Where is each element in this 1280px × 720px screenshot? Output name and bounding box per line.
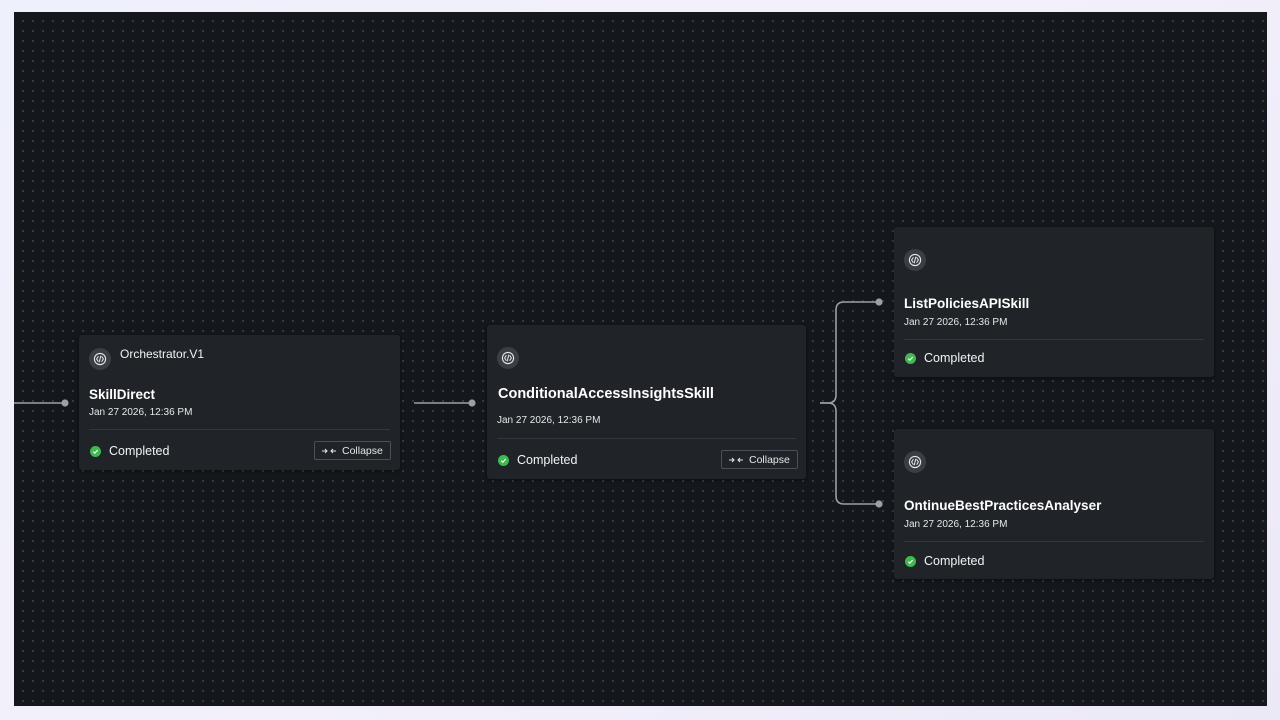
- node-status: Completed: [498, 453, 577, 467]
- collapse-button[interactable]: Collapse: [721, 450, 798, 469]
- collapse-button[interactable]: Collapse: [314, 441, 391, 460]
- node-status-label: Completed: [109, 444, 170, 458]
- node-status: Completed: [905, 351, 984, 365]
- node-title: SkillDirect: [89, 387, 156, 402]
- code-brackets-icon: [497, 347, 519, 369]
- node-timestamp: Jan 27 2026, 12:36 PM: [89, 407, 193, 418]
- check-circle-icon: [90, 445, 101, 457]
- collapse-arrows-icon: [322, 447, 336, 455]
- node-divider: [904, 339, 1204, 340]
- node-timestamp: Jan 27 2026, 12:36 PM: [904, 317, 1008, 328]
- node-title: ListPoliciesAPISkill: [904, 296, 1030, 311]
- node-status-label: Completed: [924, 351, 985, 365]
- best-practices-node[interactable]: OntinueBestPracticesAnalyser Jan 27 2026…: [894, 429, 1214, 579]
- node-divider: [904, 541, 1204, 542]
- node-timestamp: Jan 27 2026, 12:36 PM: [904, 519, 1008, 530]
- check-circle-icon: [905, 352, 916, 364]
- node-divider: [89, 429, 390, 430]
- collapse-button-label: Collapse: [749, 453, 790, 466]
- collapse-button-label: Collapse: [342, 444, 383, 457]
- node-title: OntinueBestPracticesAnalyser: [904, 498, 1102, 513]
- code-brackets-icon: [89, 348, 111, 370]
- check-circle-icon: [498, 454, 509, 466]
- node-divider: [497, 438, 796, 439]
- node-status-label: Completed: [924, 554, 985, 568]
- list-policies-node[interactable]: ListPoliciesAPISkill Jan 27 2026, 12:36 …: [894, 227, 1214, 377]
- node-status: Completed: [905, 554, 984, 568]
- node-title: ConditionalAccessInsightsSkill: [498, 386, 714, 402]
- conditional-access-node[interactable]: ConditionalAccessInsightsSkill Jan 27 20…: [487, 325, 806, 479]
- code-brackets-icon: [904, 249, 926, 271]
- check-circle-icon: [905, 555, 916, 567]
- code-brackets-icon: [904, 451, 926, 473]
- node-status-label: Completed: [517, 453, 578, 467]
- node-timestamp: Jan 27 2026, 12:36 PM: [497, 415, 601, 426]
- node-status: Completed: [90, 444, 169, 458]
- orchestrator-node[interactable]: Orchestrator.V1 SkillDirect Jan 27 2026,…: [79, 335, 400, 470]
- collapse-arrows-icon: [729, 456, 743, 464]
- node-agent-label: Orchestrator.V1: [120, 347, 205, 361]
